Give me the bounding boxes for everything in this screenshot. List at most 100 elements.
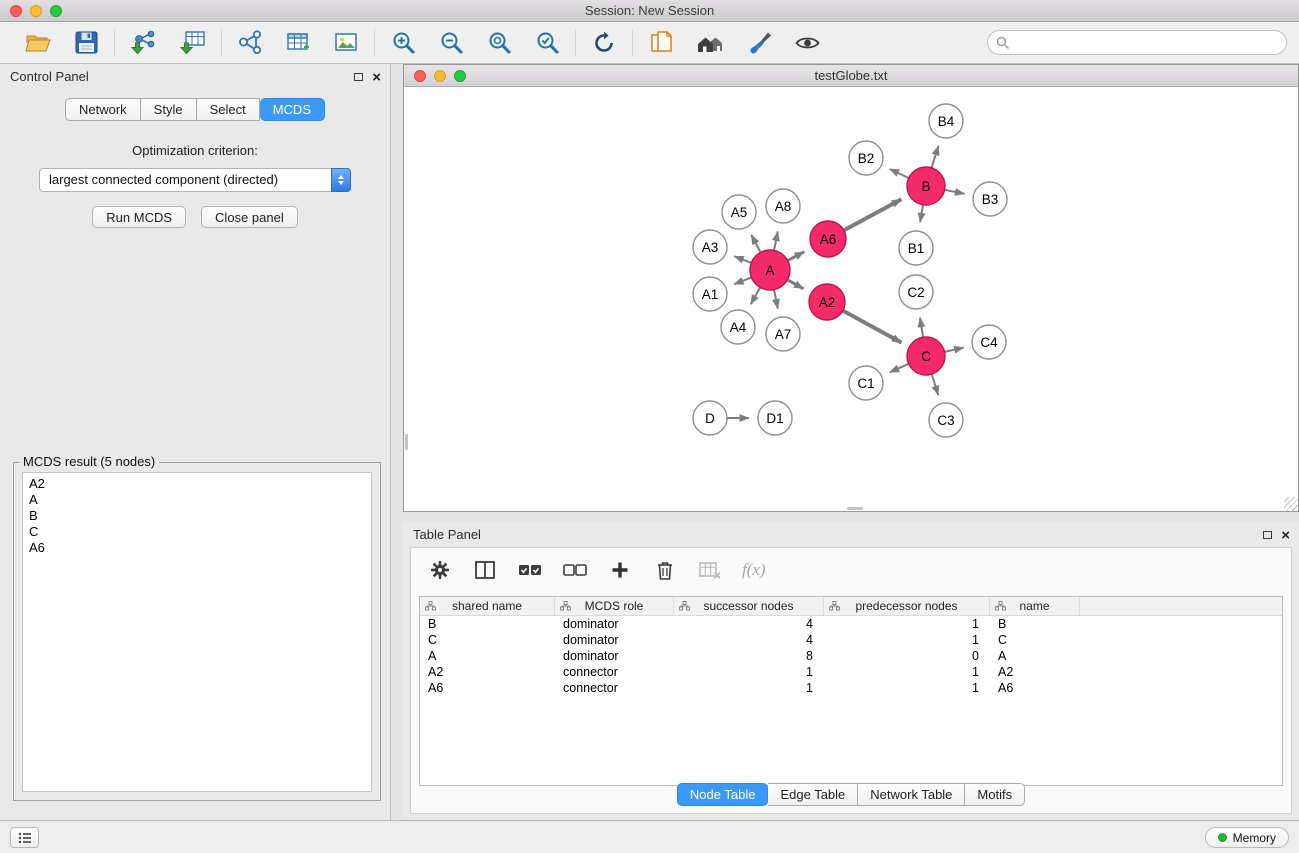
column-header-predecessor-nodes[interactable]: predecessor nodes bbox=[824, 597, 990, 615]
close-panel-button[interactable]: Close panel bbox=[201, 206, 298, 228]
network-close-traffic-light[interactable] bbox=[414, 70, 426, 82]
edge-A-A6[interactable] bbox=[788, 252, 805, 261]
network-zoom-traffic-light[interactable] bbox=[454, 70, 466, 82]
zoom-in-icon[interactable] bbox=[390, 28, 416, 58]
resize-grip[interactable] bbox=[1284, 497, 1298, 511]
node-A6[interactable]: A6 bbox=[810, 221, 846, 257]
node-B2[interactable]: B2 bbox=[849, 141, 883, 175]
result-item[interactable]: A2 bbox=[29, 476, 365, 492]
edge-A2-C[interactable] bbox=[843, 311, 902, 343]
edge-A-A2[interactable] bbox=[787, 280, 803, 289]
home-icon[interactable] bbox=[696, 28, 724, 58]
node-B4[interactable]: B4 bbox=[929, 104, 963, 138]
node-C1[interactable]: C1 bbox=[849, 366, 883, 400]
tab-style[interactable]: Style bbox=[141, 98, 197, 121]
float-panel-icon[interactable] bbox=[354, 73, 363, 81]
node-A7[interactable]: A7 bbox=[766, 317, 800, 351]
apply-layout-icon[interactable] bbox=[591, 28, 617, 58]
result-item[interactable]: C bbox=[29, 524, 365, 540]
result-item[interactable]: A bbox=[29, 492, 365, 508]
network-canvas[interactable]: A A1 A2 A3 A4 A5 A6 A7 A8 B B1 B2 B3 B4 C C1 C2 C3 C4 D D1 bbox=[404, 87, 1298, 511]
node-C3[interactable]: C3 bbox=[929, 403, 963, 437]
criterion-dropdown[interactable]: largest connected component (directed) bbox=[39, 168, 351, 192]
select-all-icon[interactable] bbox=[517, 555, 543, 585]
close-panel-icon[interactable]: × bbox=[372, 70, 381, 85]
node-D[interactable]: D bbox=[693, 401, 727, 435]
run-mcds-button[interactable]: Run MCDS bbox=[92, 206, 186, 228]
column-header-successor-nodes[interactable]: successor nodes bbox=[674, 597, 824, 615]
new-table-icon[interactable] bbox=[285, 28, 311, 58]
network-window-titlebar[interactable]: testGlobe.txt bbox=[404, 65, 1298, 87]
node-B1[interactable]: B1 bbox=[899, 231, 933, 265]
import-table-file-icon[interactable] bbox=[179, 28, 206, 58]
edge-C-C3[interactable] bbox=[932, 374, 939, 395]
edge-C-C4[interactable] bbox=[945, 348, 964, 352]
memory-button[interactable]: Memory bbox=[1205, 827, 1289, 848]
node-A4[interactable]: A4 bbox=[721, 310, 755, 344]
table-row[interactable]: Cdominator41C bbox=[420, 632, 1282, 648]
tab-select[interactable]: Select bbox=[197, 98, 260, 121]
title-bar[interactable]: Session: New Session bbox=[0, 0, 1299, 22]
function-builder-icon[interactable]: f(x) bbox=[742, 560, 766, 580]
tab-mcds[interactable]: MCDS bbox=[260, 98, 325, 121]
gear-icon[interactable] bbox=[427, 555, 453, 585]
node-A1[interactable]: A1 bbox=[693, 277, 727, 311]
network-minimize-traffic-light[interactable] bbox=[434, 70, 446, 82]
import-network-file-icon[interactable] bbox=[130, 28, 157, 58]
style-brush-icon[interactable] bbox=[746, 28, 772, 58]
deselect-all-icon[interactable] bbox=[562, 555, 588, 585]
close-traffic-light[interactable] bbox=[10, 5, 22, 17]
edge-A-A4[interactable] bbox=[751, 287, 761, 304]
table-row[interactable]: A6connector11A6 bbox=[420, 680, 1282, 696]
node-A2[interactable]: A2 bbox=[809, 284, 845, 320]
column-header-shared-name[interactable]: shared name bbox=[420, 597, 555, 615]
node-C[interactable]: C bbox=[907, 337, 945, 375]
node-C2[interactable]: C2 bbox=[899, 275, 933, 309]
node-D1[interactable]: D1 bbox=[758, 401, 792, 435]
documents-icon[interactable] bbox=[648, 28, 674, 58]
new-network-icon[interactable] bbox=[237, 28, 263, 58]
node-C4[interactable]: C4 bbox=[972, 325, 1006, 359]
mcds-result-list[interactable]: A2ABCA6 bbox=[22, 472, 372, 792]
columns-icon[interactable] bbox=[472, 555, 498, 585]
edge-A-A8[interactable] bbox=[774, 232, 778, 251]
add-row-icon[interactable] bbox=[607, 555, 633, 585]
edge-A-A1[interactable] bbox=[734, 277, 751, 284]
export-image-icon[interactable] bbox=[333, 28, 359, 58]
minimize-traffic-light[interactable] bbox=[30, 5, 42, 17]
delete-row-icon[interactable] bbox=[652, 555, 678, 585]
node-A5[interactable]: A5 bbox=[722, 195, 756, 229]
zoom-selected-icon[interactable] bbox=[534, 28, 560, 58]
edge-C-C2[interactable] bbox=[920, 318, 923, 338]
show-details-eye-icon[interactable] bbox=[794, 28, 821, 58]
float-table-panel-icon[interactable] bbox=[1263, 531, 1272, 539]
folder-open-icon[interactable] bbox=[25, 28, 51, 58]
horizontal-scroll-indicator[interactable] bbox=[847, 507, 863, 510]
table-row[interactable]: Bdominator41B bbox=[420, 616, 1282, 632]
tab-motifs[interactable]: Motifs bbox=[965, 783, 1025, 806]
node-B[interactable]: B bbox=[907, 167, 945, 205]
node-A3[interactable]: A3 bbox=[693, 230, 727, 264]
tab-edge-table[interactable]: Edge Table bbox=[768, 783, 858, 806]
result-item[interactable]: A6 bbox=[29, 540, 365, 556]
edge-A-A5[interactable] bbox=[751, 235, 760, 253]
edge-A-A7[interactable] bbox=[774, 290, 778, 309]
vertical-scroll-indicator[interactable] bbox=[405, 434, 408, 450]
tab-node-table[interactable]: Node Table bbox=[677, 783, 769, 806]
zoom-fit-icon[interactable] bbox=[486, 28, 512, 58]
column-header-mcds-role[interactable]: MCDS role bbox=[555, 597, 674, 615]
tab-network[interactable]: Network bbox=[65, 98, 141, 121]
task-history-button[interactable] bbox=[10, 827, 39, 848]
node-A[interactable]: A bbox=[750, 250, 790, 290]
edge-B-B3[interactable] bbox=[945, 190, 965, 194]
edge-A-A3[interactable] bbox=[734, 256, 751, 263]
edge-A6-B[interactable] bbox=[844, 199, 902, 230]
zoom-out-icon[interactable] bbox=[438, 28, 464, 58]
save-session-icon[interactable] bbox=[73, 28, 99, 58]
result-item[interactable]: B bbox=[29, 508, 365, 524]
table-row[interactable]: Adominator80A bbox=[420, 648, 1282, 664]
edge-B-B4[interactable] bbox=[932, 146, 939, 168]
node-A8[interactable]: A8 bbox=[766, 189, 800, 223]
edge-B-B2[interactable] bbox=[890, 169, 909, 178]
node-B3[interactable]: B3 bbox=[973, 182, 1007, 216]
